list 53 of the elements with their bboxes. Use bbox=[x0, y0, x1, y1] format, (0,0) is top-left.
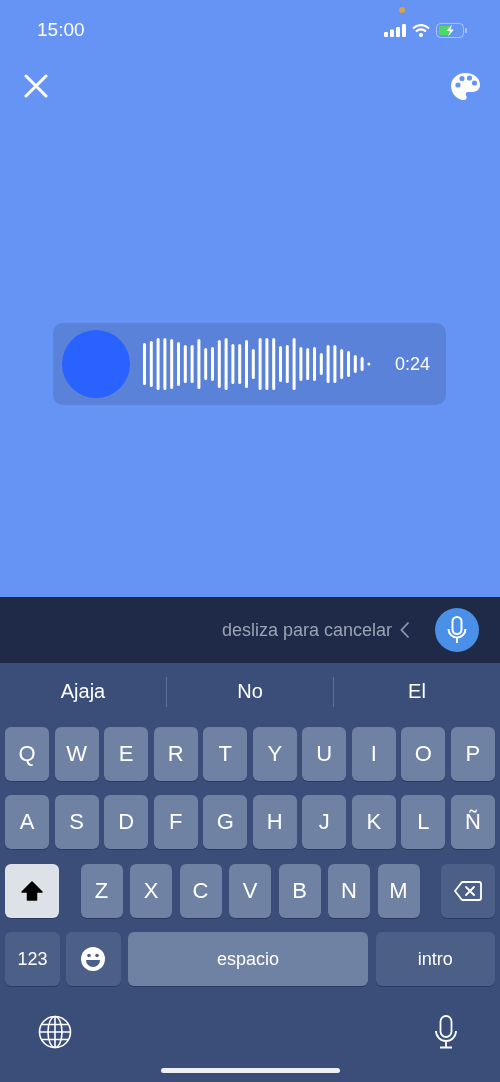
letter-key[interactable]: S bbox=[54, 795, 99, 849]
letter-key[interactable]: Q bbox=[5, 727, 50, 781]
letter-key[interactable]: O bbox=[401, 727, 446, 781]
numbers-key[interactable]: 123 bbox=[5, 932, 60, 986]
shift-arrow-icon bbox=[21, 881, 43, 901]
letter-key[interactable]: G bbox=[203, 795, 248, 849]
letter-key[interactable]: T bbox=[203, 727, 248, 781]
emoji-key[interactable] bbox=[65, 932, 121, 986]
letter-key[interactable]: D bbox=[104, 795, 149, 849]
globe-icon[interactable] bbox=[38, 1015, 72, 1049]
letter-key[interactable]: A bbox=[5, 795, 50, 849]
letter-key[interactable]: Y bbox=[252, 727, 297, 781]
signal-icon bbox=[384, 23, 406, 37]
letter-key[interactable]: P bbox=[450, 727, 495, 781]
smiley-icon bbox=[80, 946, 106, 972]
palette-icon[interactable] bbox=[450, 71, 481, 101]
suggestion[interactable]: El bbox=[334, 680, 500, 703]
letter-key[interactable]: R bbox=[153, 727, 198, 781]
shift-key[interactable] bbox=[5, 864, 59, 918]
letter-key[interactable]: Ñ bbox=[450, 795, 495, 849]
letter-key[interactable]: H bbox=[252, 795, 297, 849]
dictation-mic-icon[interactable] bbox=[434, 1015, 458, 1049]
letter-key[interactable]: C bbox=[179, 864, 222, 918]
letter-key[interactable]: K bbox=[351, 795, 396, 849]
microphone-icon bbox=[447, 616, 467, 644]
record-button[interactable] bbox=[435, 608, 479, 652]
letter-key[interactable]: Z bbox=[80, 864, 123, 918]
letter-key[interactable]: J bbox=[302, 795, 347, 849]
voice-duration: 0:24 bbox=[394, 353, 430, 375]
privacy-dot-icon bbox=[399, 7, 405, 13]
return-key[interactable]: intro bbox=[375, 932, 495, 986]
letter-key[interactable]: V bbox=[229, 864, 271, 918]
letter-key[interactable]: U bbox=[302, 727, 347, 781]
letter-key[interactable]: L bbox=[401, 795, 446, 849]
letter-key[interactable]: M bbox=[377, 864, 420, 918]
delete-key[interactable] bbox=[441, 864, 495, 918]
status-time: 15:00 bbox=[37, 18, 85, 41]
letter-key[interactable]: E bbox=[104, 727, 149, 781]
suggestion[interactable]: No bbox=[167, 680, 333, 703]
letter-key[interactable]: B bbox=[278, 864, 321, 918]
suggestion[interactable]: Ajaja bbox=[0, 680, 166, 703]
chevron-left-icon bbox=[400, 621, 410, 639]
letter-key[interactable]: F bbox=[153, 795, 198, 849]
wifi-icon bbox=[412, 23, 430, 37]
letter-key[interactable]: W bbox=[54, 727, 99, 781]
close-icon[interactable] bbox=[24, 74, 48, 98]
backspace-icon bbox=[454, 881, 482, 901]
letter-key[interactable]: X bbox=[130, 864, 172, 918]
letter-key[interactable]: N bbox=[328, 864, 370, 918]
letter-key[interactable]: I bbox=[351, 727, 396, 781]
battery-icon bbox=[436, 22, 468, 38]
slide-to-cancel-hint: desliza para cancelar bbox=[221, 619, 392, 641]
space-key[interactable]: espacio bbox=[128, 932, 368, 986]
